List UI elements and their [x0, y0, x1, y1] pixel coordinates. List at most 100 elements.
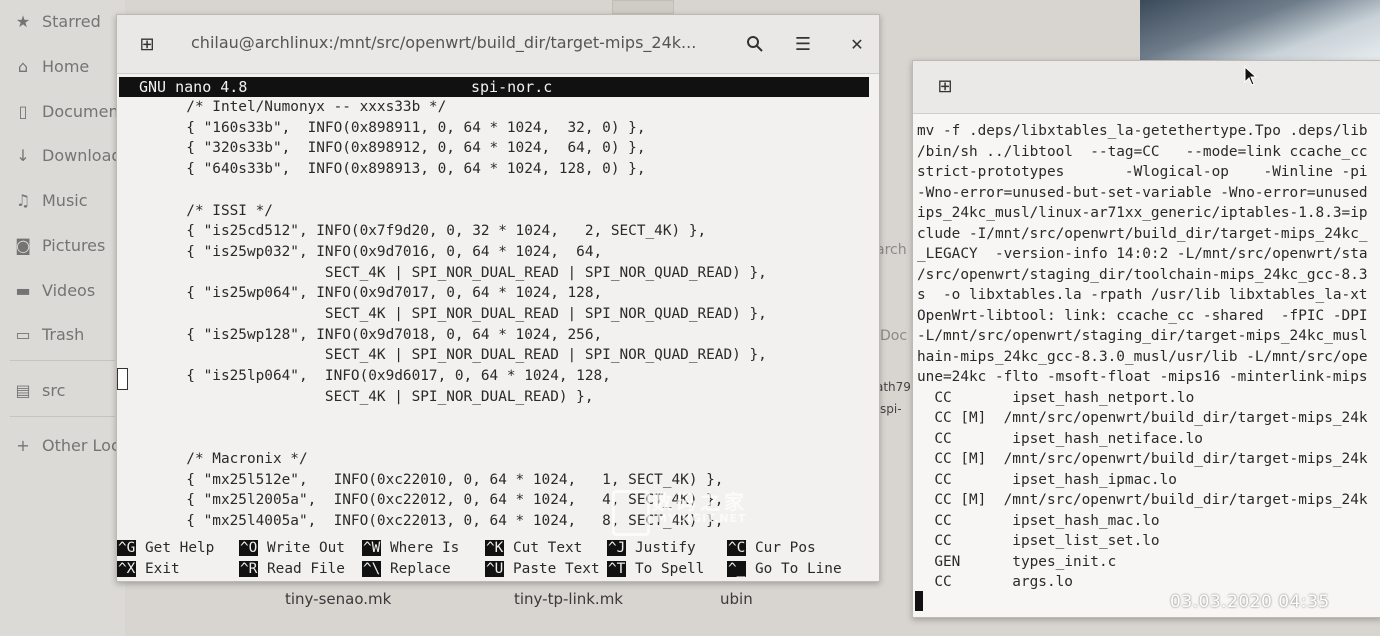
desktop-wallpaper — [1140, 0, 1380, 60]
code-line: { "is25cd512", INFO(0x7f9d20, 0, 32 * 10… — [117, 223, 707, 240]
hamburger-icon: ☰ — [794, 33, 812, 55]
nano-version: GNU nano 4.8 — [139, 78, 248, 96]
shortcut-label: Exit — [145, 561, 180, 577]
log-line: -Wno-error=unused-but-set-variable -Wno-… — [917, 184, 1368, 201]
nano-shortcut[interactable]: ^G Get Help — [117, 538, 214, 558]
code-line: { "is25wp032", INFO(0x9d7016, 0, 64 * 10… — [117, 243, 603, 260]
log-line: CC ipset_hash_ipmac.lo — [917, 471, 1177, 488]
drive-icon: ▤ — [15, 380, 31, 400]
shortcut-key: ^O — [239, 540, 259, 556]
nano-shortcut[interactable]: ^J Justify — [607, 538, 696, 558]
sidebar-item-music[interactable]: ♫ Music — [14, 186, 88, 214]
nano-shortcut[interactable]: ^O Write Out — [239, 538, 345, 558]
nano-shortcut[interactable]: ^W Where Is — [362, 538, 459, 558]
shortcut-key: ^K — [485, 540, 505, 556]
sidebar-item-label: Home — [42, 56, 90, 76]
log-line: clude -I/mnt/src/openwrt/build_dir/targe… — [917, 225, 1368, 242]
sidebar-item-videos[interactable]: ▬ Videos — [14, 276, 95, 304]
nano-shortcut[interactable]: ^_ Go To Line — [727, 559, 842, 579]
log-line: /bin/sh ../libtool --tag=CC --mode=link … — [917, 143, 1368, 160]
music-icon: ♫ — [15, 190, 31, 210]
shortcut-key: ^W — [362, 540, 382, 556]
sidebar-item-home[interactable]: ⌂ Home — [14, 52, 89, 80]
log-line: _LEGACY -version-info 14:0:2 -L/mnt/src/… — [917, 246, 1368, 262]
code-line: SECT_4K | SPI_NOR_DUAL_READ | SPI_NOR_QU… — [117, 306, 767, 322]
sidebar-item-other-locations[interactable]: + Other Loc — [14, 431, 119, 459]
shortcut-key: ^T — [607, 561, 627, 577]
log-line: CC ipset_hash_netiface.lo — [917, 430, 1203, 447]
file-thumbnail — [612, 0, 674, 14]
path-fragment: Doc — [880, 328, 908, 344]
sidebar-item-label: Documen — [42, 101, 119, 121]
new-tab-button[interactable]: ⊞ — [927, 71, 963, 101]
file-label[interactable]: tiny-senao.mk — [285, 590, 391, 608]
log-line: GEN types_init.c — [917, 553, 1117, 570]
code-line: { "640s33b", INFO(0x898913, 0, 64 * 1024… — [117, 161, 646, 178]
text-cursor — [117, 368, 128, 390]
shortcut-label: Where Is — [390, 540, 460, 556]
log-line: strict-prototypes -Wlogical-op -Winline … — [917, 164, 1368, 180]
shortcut-label: Cur Pos — [755, 540, 816, 556]
log-line: CC ipset_hash_netport.lo — [917, 389, 1195, 406]
video-icon: ▬ — [15, 280, 31, 300]
log-line: ips_24kc_musl/linux-ar71xx_generic/iptab… — [917, 205, 1368, 221]
path-fragment: arch — [876, 242, 907, 258]
nano-title-bar: GNU nano 4.8 spi-nor.c — [119, 77, 869, 97]
sidebar-item-downloads[interactable]: ↓ Download — [14, 141, 122, 169]
sidebar-item-label: Download — [42, 145, 122, 165]
nano-shortcut[interactable]: ^X Exit — [117, 559, 180, 579]
terminal-header-bar: ⊞ — [913, 61, 1380, 114]
new-tab-icon: ⊞ — [139, 33, 155, 55]
shortcut-key: ^X — [117, 561, 137, 577]
close-button[interactable]: ✕ — [839, 29, 875, 59]
sidebar-item-trash[interactable]: ▭ Trash — [14, 320, 84, 348]
code-line: { "is25wp128", INFO(0x9d7018, 0, 64 * 10… — [117, 326, 603, 343]
nano-shortcut[interactable]: ^T To Spell — [607, 559, 704, 579]
download-icon: ↓ — [16, 145, 30, 165]
photo-timestamp: 03.03.2020 04:35 — [1170, 592, 1330, 612]
nano-shortcut[interactable]: ^R Read File — [239, 559, 345, 579]
site-watermark: 数码之家 MYDIGIT.NET — [612, 486, 792, 536]
sidebar-item-label: Music — [42, 190, 88, 210]
menu-button[interactable]: ☰ — [785, 29, 821, 59]
log-line: une=24kc -flto -msoft-float -mips16 -min… — [917, 369, 1368, 385]
plus-icon: + — [16, 435, 30, 455]
code-line: SECT_4K | SPI_NOR_DUAL_READ | SPI_NOR_QU… — [117, 347, 767, 364]
sidebar-item-src[interactable]: ▤ src — [14, 376, 65, 404]
file-label[interactable]: tiny-tp-link.mk — [514, 590, 623, 608]
shortcut-key: ^R — [239, 561, 259, 577]
code-line: { "320s33b", INFO(0x898912, 0, 64 * 1024… — [117, 140, 646, 157]
nano-shortcut[interactable]: ^C Cur Pos — [727, 538, 816, 558]
sidebar-item-starred[interactable]: ★ Starred — [14, 7, 101, 35]
log-line: CC ipset_hash_mac.lo — [917, 512, 1160, 529]
shortcut-label: Replace — [390, 561, 451, 577]
watermark-subtext: MYDIGIT.NET — [656, 512, 747, 525]
nano-shortcut[interactable]: ^\ Replace — [362, 559, 451, 579]
sidebar-item-label: Pictures — [42, 235, 106, 255]
shortcut-label: Justify — [635, 540, 696, 556]
trash-icon: ▭ — [15, 324, 31, 344]
sidebar-item-documents[interactable]: ▯ Documen — [14, 97, 119, 125]
shortcut-label: Go To Line — [755, 561, 842, 577]
file-manager-sidebar: ★ Starred ⌂ Home ▯ Documen ↓ Download ♫ … — [0, 0, 125, 636]
log-line: s -o libxtables.la -rpath /usr/lib libxt… — [917, 287, 1368, 303]
build-terminal-window[interactable]: ⊞ mv -f .deps/libxtables_la-getethertype… — [912, 60, 1380, 618]
log-line: mv -f .deps/libxtables_la-getethertype.T… — [917, 123, 1368, 139]
new-tab-button[interactable]: ⊞ — [129, 29, 165, 59]
sidebar-item-pictures[interactable]: ◙ Pictures — [14, 231, 105, 259]
code-line: { "160s33b", INFO(0x898911, 0, 64 * 1024… — [117, 119, 646, 136]
log-line: OpenWrt-libtool: link: ccache_cc -shared… — [917, 307, 1368, 324]
nano-shortcut[interactable]: ^U Paste Text — [485, 559, 600, 579]
sidebar-item-label: Trash — [42, 324, 85, 344]
home-icon: ⌂ — [17, 56, 29, 76]
file-label[interactable]: ubin — [720, 590, 753, 608]
camera-icon: ◙ — [15, 235, 31, 255]
build-log-output[interactable]: mv -f .deps/libxtables_la-getethertype.T… — [913, 121, 1380, 611]
search-button[interactable] — [737, 29, 773, 59]
log-line: CC [M] /mnt/src/openwrt/build_dir/target… — [917, 410, 1368, 426]
nano-editor-buffer[interactable]: /* Intel/Numonyx -- xxxs33b */ { "160s33… — [117, 97, 867, 537]
close-icon: ✕ — [850, 34, 864, 54]
shortcut-label: Read File — [267, 561, 345, 577]
nano-shortcut[interactable]: ^K Cut Text — [485, 538, 582, 558]
sidebar-item-label: Starred — [42, 11, 101, 31]
